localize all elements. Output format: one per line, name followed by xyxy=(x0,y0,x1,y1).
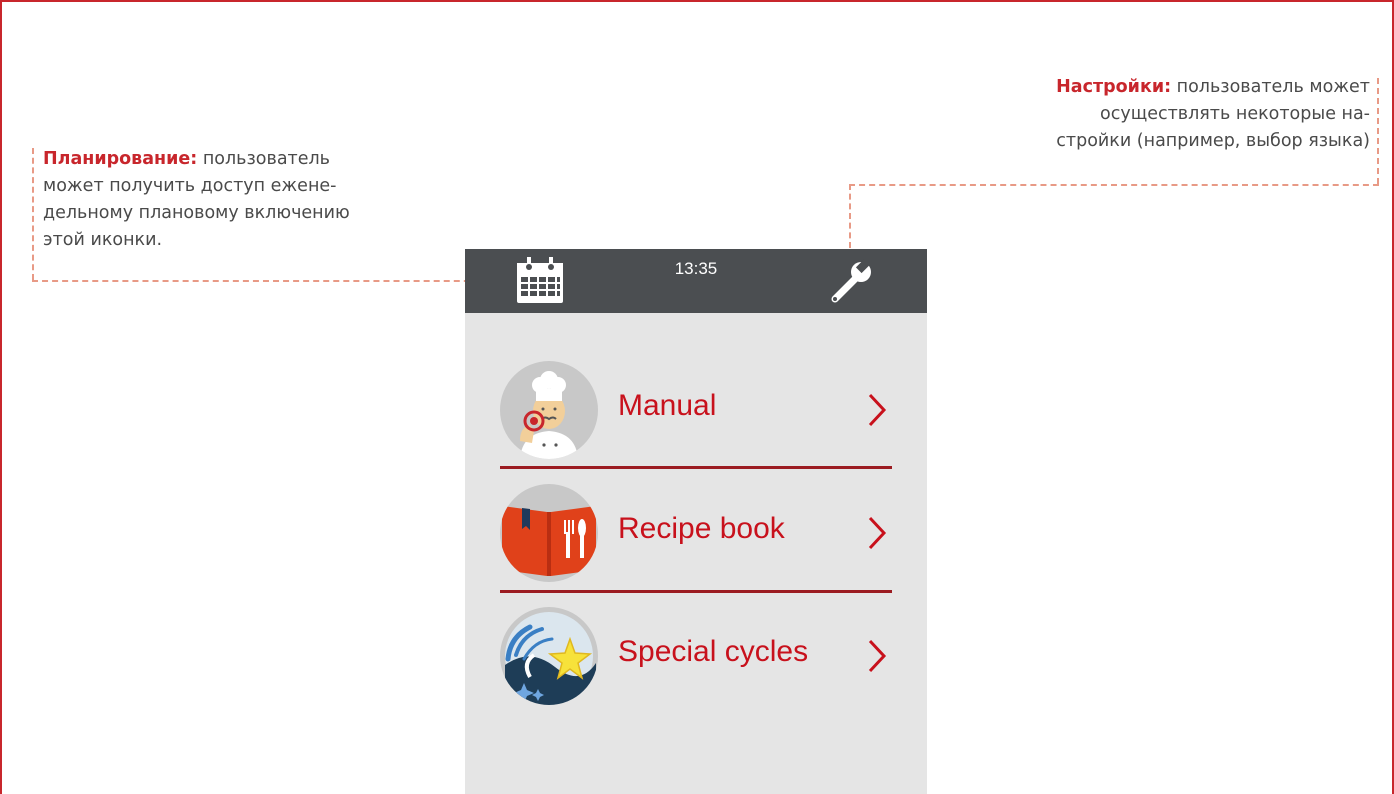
top-bar: 13:35 xyxy=(465,249,927,313)
menu-item-special-cycles[interactable]: Special cycles xyxy=(500,607,892,707)
settings-leader-line xyxy=(849,184,851,248)
menu-item-label: Special cycles xyxy=(618,635,809,668)
settings-callout-title: Настройки: xyxy=(1056,77,1172,97)
planning-callout-title: Планирование: xyxy=(43,149,198,169)
menu-separator xyxy=(500,466,892,469)
menu-item-label: Recipe book xyxy=(618,512,785,545)
settings-callout-text: стройки (например, выбор языка) xyxy=(1056,131,1370,151)
planning-leader-line xyxy=(32,148,34,280)
planning-callout-text: может получить доступ ежене- xyxy=(43,176,337,196)
menu-item-label: Manual xyxy=(618,389,717,422)
settings-leader-line xyxy=(849,184,1379,186)
wrench-icon[interactable] xyxy=(825,257,875,307)
recipe-book-icon xyxy=(500,484,598,582)
planning-callout: Планирование: пользователь может получит… xyxy=(43,146,443,254)
planning-callout-text: пользователь xyxy=(197,149,331,169)
settings-callout: Настройки: пользователь может осуществля… xyxy=(940,74,1370,155)
settings-callout-text: осуществлять некоторые на- xyxy=(1100,104,1370,124)
chef-icon xyxy=(500,361,598,459)
special-cycles-icon xyxy=(500,607,598,705)
planning-leader-line xyxy=(32,280,510,282)
settings-leader-line xyxy=(1377,78,1379,184)
chevron-right-icon xyxy=(868,639,887,673)
settings-callout-text: пользователь может xyxy=(1171,77,1370,97)
menu-item-recipe-book[interactable]: Recipe book xyxy=(500,484,892,584)
menu-item-manual[interactable]: Manual xyxy=(500,361,892,461)
chevron-right-icon xyxy=(868,393,887,427)
menu-separator xyxy=(500,590,892,593)
planning-callout-text: этой иконки. xyxy=(43,230,163,250)
planning-callout-text: дельному плановому включению xyxy=(43,203,350,223)
chevron-right-icon xyxy=(868,516,887,550)
device-screen: 13:35 Manual Recipe book Special cycles xyxy=(465,249,927,794)
